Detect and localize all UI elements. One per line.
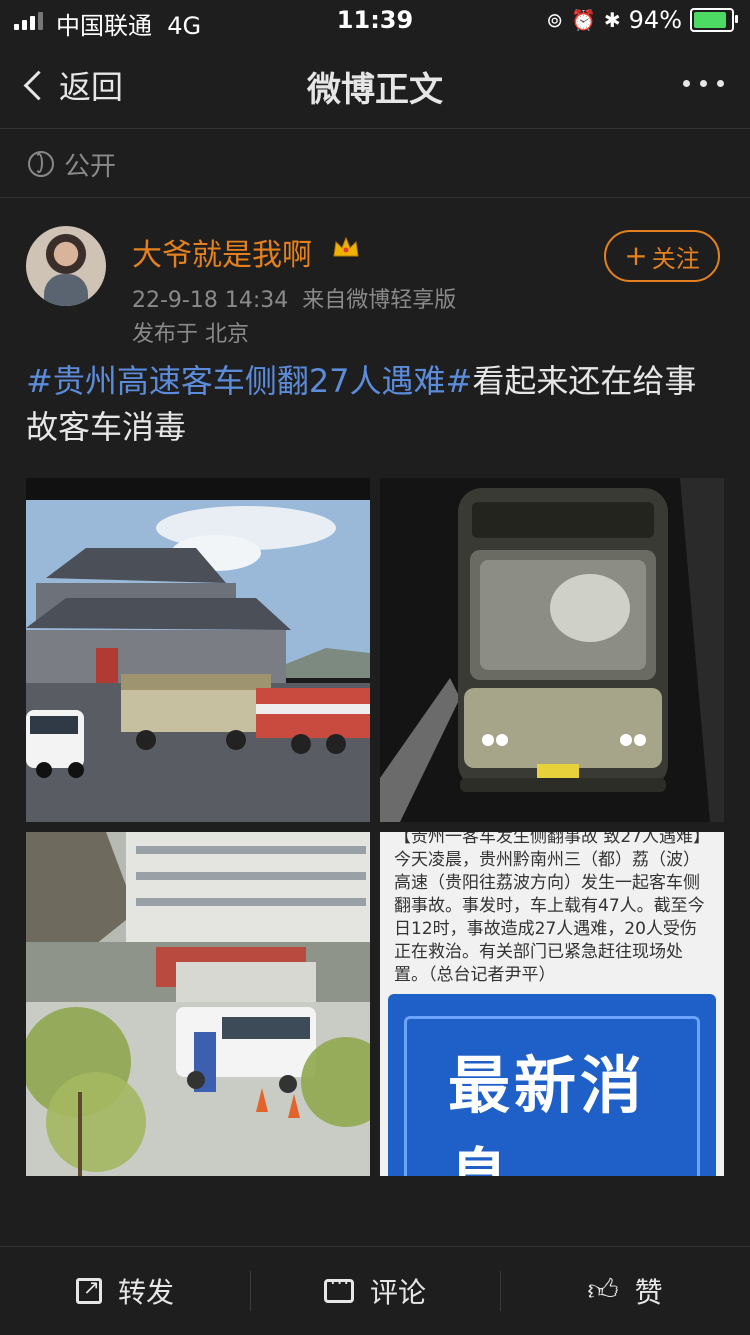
comment-button[interactable]: 评论 xyxy=(250,1247,500,1335)
repost-button[interactable]: 转发 xyxy=(0,1247,250,1335)
post-content: #贵州高速客车侧翻27人遇难#看起来还在给事故客车消毒 xyxy=(26,358,726,450)
photo-bus-night[interactable] xyxy=(380,478,724,822)
post-timestamp: 22-9-18 14:34 xyxy=(132,288,289,313)
follow-label: 关注 xyxy=(651,244,700,273)
photo-tow-truck-graphic xyxy=(26,478,370,822)
news-card-text: 【贵州一客车发生侧翻事故 致27人遇难】今天凌晨，贵州黔南州三（都）荔（波）高速… xyxy=(394,832,711,985)
lock-rotation-icon: ⊚ xyxy=(546,8,563,32)
photo-news-card[interactable]: 【贵州一客车发生侧翻事故 致27人遇难】今天凌晨，贵州黔南州三（都）荔（波）高速… xyxy=(380,832,724,1176)
battery-icon xyxy=(690,8,738,32)
share-icon xyxy=(75,1275,102,1304)
hashtag-link[interactable]: #贵州高速客车侧翻27人遇难# xyxy=(26,362,472,400)
visibility-label: 公开 xyxy=(64,152,117,182)
like-label: 赞 xyxy=(634,1276,663,1309)
post-location: 发布于 北京 xyxy=(132,322,249,347)
globe-icon xyxy=(28,151,54,177)
alarm-icon: ⏰ xyxy=(570,8,596,32)
more-options-icon[interactable] xyxy=(683,80,724,87)
battery-percent: 94% xyxy=(628,6,682,34)
follow-button[interactable]: + 关注 xyxy=(604,230,720,282)
comment-icon xyxy=(323,1273,354,1303)
news-card-banner-title: 最新消息 xyxy=(448,1049,647,1176)
action-bar: 转发 评论 👍︎ 赞 xyxy=(0,1246,750,1335)
bluetooth-icon: ✱ xyxy=(603,8,621,32)
status-icons: ⊚ ⏰ ✱ 94% xyxy=(546,6,738,34)
thumbs-up-icon: 👍︎ xyxy=(587,1273,619,1308)
crown-icon xyxy=(333,236,359,257)
status-bar: 中国联通 4G 11:39 ⊚ ⏰ ✱ 94% xyxy=(0,0,750,40)
post-meta: 22-9-18 14:34 来自微博轻享版 xyxy=(132,282,456,314)
username[interactable]: 大爷就是我啊 xyxy=(132,230,312,274)
like-button[interactable]: 👍︎ 赞 xyxy=(500,1247,750,1335)
avatar[interactable] xyxy=(26,226,106,306)
page-title: 微博正文 xyxy=(307,70,443,110)
comment-label: 评论 xyxy=(369,1276,426,1309)
repost-label: 转发 xyxy=(117,1276,174,1309)
photo-checkpoint-graphic xyxy=(26,832,370,1176)
photo-checkpoint[interactable] xyxy=(26,832,370,1176)
post-source[interactable]: 来自微博轻享版 xyxy=(302,288,456,313)
photo-bus-night-graphic xyxy=(380,478,724,822)
news-card-banner: 最新消息 xyxy=(388,994,716,1176)
image-grid: 【贵州一客车发生侧翻事故 致27人遇难】今天凌晨，贵州黔南州三（都）荔（波）高速… xyxy=(26,478,724,1176)
photo-tow-truck[interactable] xyxy=(26,478,370,822)
nav-bar: 返回 微博正文 xyxy=(0,40,750,129)
plus-icon: + xyxy=(624,239,648,272)
visibility-row: 公开 xyxy=(0,129,750,198)
